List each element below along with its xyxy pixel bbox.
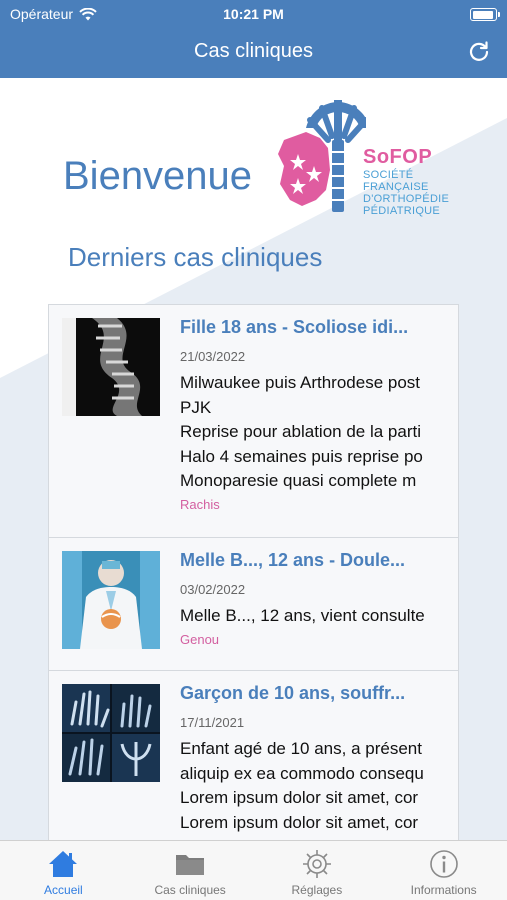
logo-line-1: SOCIÉTÉ	[363, 169, 414, 181]
page-title: Cas cliniques	[194, 40, 313, 62]
case-title: Melle B..., 12 ans - Doule...	[180, 550, 406, 570]
case-summary-line: Lorem ipsum dolor sit amet, cor	[180, 788, 419, 807]
status-time: 10:21 PM	[223, 6, 284, 22]
tab-informations[interactable]: Informations	[380, 841, 507, 900]
logo-brand: SoFOP	[363, 146, 433, 168]
case-card[interactable]: Melle B..., 12 ans - Doule... 03/02/2022…	[49, 538, 458, 671]
status-bar: Opérateur 10:21 PM	[0, 0, 507, 28]
welcome-heading: Bienvenue	[63, 154, 253, 198]
case-summary-line: Milwaukee puis Arthrodese post	[180, 373, 421, 392]
case-date: 21/03/2022	[180, 349, 246, 364]
case-summary-line: Enfant agé de 10 ans, a présent	[180, 739, 422, 758]
tab-reglages[interactable]: Réglages	[254, 841, 381, 900]
case-title: Garçon de 10 ans, souffr...	[180, 683, 406, 703]
logo-text: SoFOP SOCIÉTÉ FRANÇAISE D'ORTHOPÉDIE PÉD…	[363, 146, 449, 217]
case-card[interactable]: Fille 18 ans - Scoliose idi... 21/03/202…	[49, 305, 458, 538]
folder-icon	[176, 855, 205, 875]
sofop-logo: SoFOP SOCIÉTÉ FRANÇAISE D'ORTHOPÉDIE PÉD…	[276, 96, 456, 221]
logo-emblem	[278, 100, 370, 212]
case-summary: Milwaukee puis Arthrodese post PJK Repri…	[180, 371, 458, 494]
case-list[interactable]: Fille 18 ans - Scoliose idi... 21/03/202…	[48, 304, 459, 840]
logo-line-3: D'ORTHOPÉDIE	[363, 193, 450, 205]
tab-label: Cas cliniques	[154, 883, 226, 897]
tab-cas-cliniques[interactable]: Cas cliniques	[127, 841, 254, 900]
info-icon	[429, 850, 458, 878]
tab-bar: Accueil Cas cliniques Réglages Informati…	[0, 840, 507, 900]
home-icon	[49, 851, 78, 877]
refresh-icon[interactable]	[467, 40, 491, 64]
case-summary-line: PJK	[180, 397, 212, 417]
case-summary-line: aliquip ex ea commodo consequ	[180, 763, 424, 783]
section-title: Derniers cas cliniques	[68, 242, 323, 272]
spine-xray-image	[62, 318, 160, 416]
gear-icon	[302, 850, 331, 878]
tab-label: Réglages	[291, 883, 343, 897]
case-summary-line: Reprise pour ablation de la parti	[180, 422, 421, 441]
logo-line-4: PÉDIATRIQUE	[363, 205, 441, 217]
case-title: Fille 18 ans - Scoliose idi...	[180, 317, 409, 337]
case-summary-line: Lorem ipsum dolor sit amet, cor	[180, 812, 419, 832]
home-content[interactable]: Bienvenue SoFOP SOCIÉTÉ FRANÇAISE D'ORTH…	[0, 78, 507, 840]
logo-line-2: FRANÇAISE	[363, 181, 429, 193]
case-date: 03/02/2022	[180, 582, 246, 597]
case-summary: Melle B..., 12 ans, vient consulte	[180, 604, 458, 629]
tab-accueil[interactable]: Accueil	[0, 841, 127, 900]
case-date: 17/11/2021	[180, 715, 245, 730]
case-summary-line: Melle B..., 12 ans, vient consulte	[180, 606, 425, 625]
tab-label: Accueil	[44, 883, 83, 897]
case-category-tag: Genou	[180, 632, 220, 647]
case-card[interactable]: Garçon de 10 ans, souffr... 17/11/2021 E…	[49, 671, 458, 840]
case-summary-line: Monoparesie quasi complete m	[180, 471, 417, 490]
hand-xray-image	[62, 684, 160, 782]
battery-level	[472, 10, 494, 19]
case-category-tag: Rachis	[180, 497, 220, 512]
doctor-image	[62, 551, 160, 649]
case-summary: Enfant agé de 10 ans, a présent aliquip …	[180, 737, 458, 835]
tab-label: Informations	[410, 883, 477, 897]
battery-icon	[470, 8, 500, 21]
case-summary-line: Halo 4 semaines puis reprise po	[180, 446, 423, 466]
navigation-header: Opérateur 10:21 PM Cas cliniques	[0, 0, 507, 78]
